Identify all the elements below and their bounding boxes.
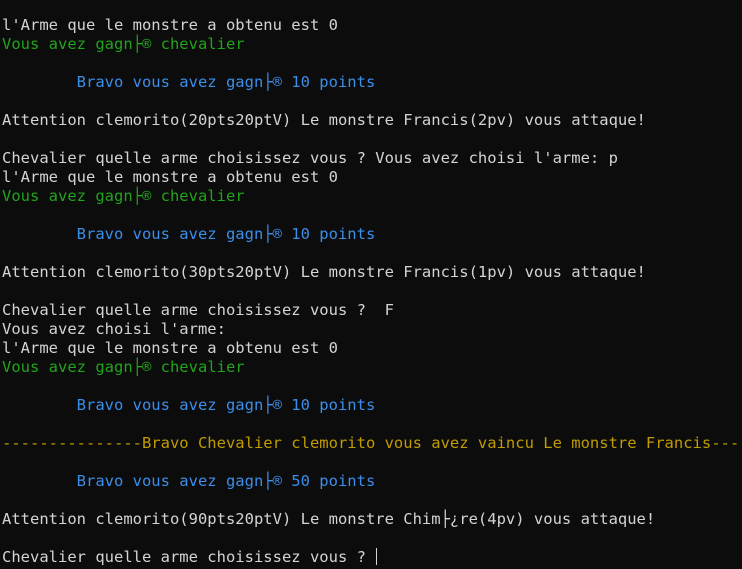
line-text: Vous avez gagn├® chevalier	[2, 358, 245, 376]
output-line: l'Arme que le monstre a obtenu est 0	[2, 168, 742, 187]
output-line: Bravo vous avez gagn├® 10 points	[2, 225, 742, 244]
line-text: Chevalier quelle arme choisissez vous ?	[2, 548, 376, 566]
line-text: l'Arme que le monstre a obtenu est 0	[2, 339, 338, 357]
line-text: Attention clemorito(20pts20ptV) Le monst…	[2, 111, 646, 129]
output-line: Vous avez gagn├® chevalier	[2, 358, 742, 377]
line-text: Bravo vous avez gagn├® 10 points	[2, 396, 376, 414]
line-text: Bravo vous avez gagn├® 50 points	[2, 472, 376, 490]
output-line: l'Arme que le monstre a obtenu est 0	[2, 339, 742, 358]
line-text: Vous avez gagn├® chevalier	[2, 187, 245, 205]
line-text: l'Arme que le monstre a obtenu est 0	[2, 168, 338, 186]
line-text: Chevalier quelle arme choisissez vous ? …	[2, 301, 394, 319]
output-line: Attention clemorito(30pts20ptV) Le monst…	[2, 263, 742, 282]
line-text: Attention clemorito(30pts20ptV) Le monst…	[2, 263, 646, 281]
output-line: l'Arme que le monstre a obtenu est 0	[2, 16, 742, 35]
line-text: Vous avez gagn├® chevalier	[2, 35, 245, 53]
line-text: l'Arme que le monstre a obtenu est 0	[2, 16, 338, 34]
line-text: Chevalier quelle arme choisissez vous ? …	[2, 149, 618, 167]
output-line: Chevalier quelle arme choisissez vous ? …	[2, 301, 742, 320]
line-text: ---------------Bravo Chevalier clemorito…	[2, 434, 742, 452]
output-line: Bravo vous avez gagn├® 50 points	[2, 472, 742, 491]
output-line: Vous avez choisi l'arme:	[2, 320, 742, 339]
text-cursor[interactable]	[376, 548, 378, 565]
output-line: Chevalier quelle arme choisissez vous ? …	[2, 149, 742, 168]
line-text: Bravo vous avez gagn├® 10 points	[2, 73, 376, 91]
output-line: ---------------Bravo Chevalier clemorito…	[2, 434, 742, 453]
line-text: Bravo vous avez gagn├® 10 points	[2, 225, 376, 243]
output-line: Attention clemorito(90pts20ptV) Le monst…	[2, 510, 742, 529]
output-line: Bravo vous avez gagn├® 10 points	[2, 396, 742, 415]
output-line: Bravo vous avez gagn├® 10 points	[2, 73, 742, 92]
output-line: Vous avez gagn├® chevalier	[2, 187, 742, 206]
prompt-line: Chevalier quelle arme choisissez vous ?	[2, 548, 742, 567]
terminal-output[interactable]: l'Arme que le monstre a obtenu est 0 Vous…	[2, 16, 742, 569]
line-text: Vous avez choisi l'arme:	[2, 320, 226, 338]
output-line: Vous avez gagn├® chevalier	[2, 35, 742, 54]
line-text: Attention clemorito(90pts20ptV) Le monst…	[2, 510, 656, 528]
output-line: Attention clemorito(20pts20ptV) Le monst…	[2, 111, 742, 130]
